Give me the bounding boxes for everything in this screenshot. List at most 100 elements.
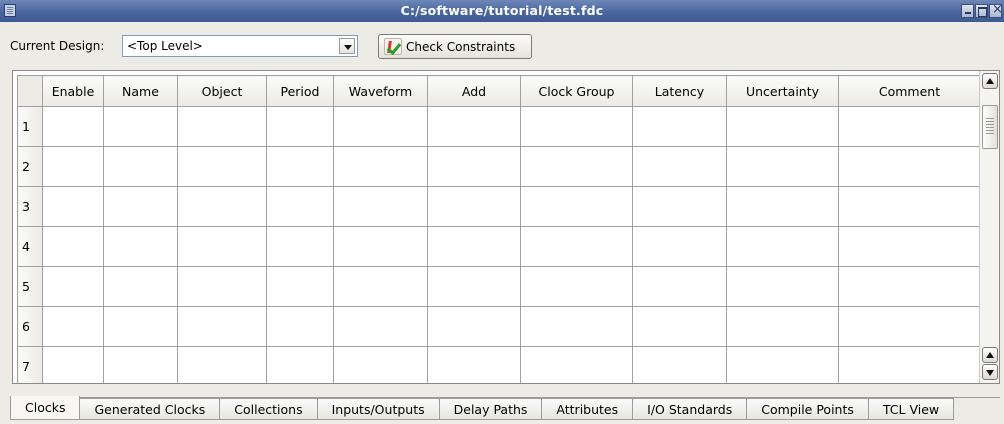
- table-cell[interactable]: [103, 346, 178, 383]
- table-cell[interactable]: [266, 226, 334, 267]
- table-cell[interactable]: [520, 186, 633, 227]
- table-cell[interactable]: [177, 106, 267, 147]
- table-cell[interactable]: [103, 186, 178, 227]
- table-cell[interactable]: [520, 346, 633, 383]
- table-cell[interactable]: [266, 186, 334, 227]
- table-cell[interactable]: [838, 306, 981, 347]
- table-cell[interactable]: [266, 106, 334, 147]
- table-cell[interactable]: [838, 346, 981, 383]
- tab-clocks[interactable]: Clocks: [10, 396, 81, 420]
- column-header-enable[interactable]: Enable: [42, 75, 104, 107]
- table-cell[interactable]: [103, 146, 178, 187]
- row-header[interactable]: 1: [17, 106, 43, 147]
- vertical-scrollbar[interactable]: [979, 71, 999, 383]
- row-header[interactable]: 6: [17, 306, 43, 347]
- table-cell[interactable]: [42, 226, 104, 267]
- maximize-icon[interactable]: [975, 4, 988, 18]
- tab-collections[interactable]: Collections: [220, 398, 318, 420]
- table-cell[interactable]: [838, 146, 981, 187]
- column-header-latency[interactable]: Latency: [632, 75, 727, 107]
- table-cell[interactable]: [333, 226, 428, 267]
- table-cell[interactable]: [520, 266, 633, 307]
- column-header-add[interactable]: Add: [427, 75, 521, 107]
- table-row[interactable]: 4: [17, 226, 981, 267]
- tab-attributes[interactable]: Attributes: [542, 398, 634, 420]
- column-header-clock-group[interactable]: Clock Group: [520, 75, 633, 107]
- close-icon[interactable]: [989, 2, 1003, 18]
- scroll-up-icon[interactable]: [982, 347, 998, 363]
- table-cell[interactable]: [177, 266, 267, 307]
- tab-i-o-standards[interactable]: I/O Standards: [633, 398, 748, 420]
- column-header-comment[interactable]: Comment: [838, 75, 981, 107]
- column-header-waveform[interactable]: Waveform: [333, 75, 428, 107]
- table-row[interactable]: 2: [17, 146, 981, 187]
- table-cell[interactable]: [632, 106, 727, 147]
- table-row[interactable]: 1: [17, 106, 981, 147]
- table-cell[interactable]: [726, 186, 839, 227]
- scroll-down-icon[interactable]: [982, 364, 998, 380]
- table-cell[interactable]: [266, 346, 334, 383]
- table-cell[interactable]: [520, 306, 633, 347]
- table-cell[interactable]: [333, 306, 428, 347]
- table-cell[interactable]: [632, 306, 727, 347]
- table-cell[interactable]: [103, 226, 178, 267]
- tab-compile-points[interactable]: Compile Points: [747, 398, 869, 420]
- table-cell[interactable]: [838, 106, 981, 147]
- table-cell[interactable]: [632, 346, 727, 383]
- table-cell[interactable]: [838, 266, 981, 307]
- table-cell[interactable]: [427, 306, 521, 347]
- table-cell[interactable]: [103, 266, 178, 307]
- table-cell[interactable]: [103, 106, 178, 147]
- table-cell[interactable]: [838, 186, 981, 227]
- tab-inputs-outputs[interactable]: Inputs/Outputs: [317, 398, 440, 420]
- scroll-up-icon[interactable]: [982, 73, 998, 89]
- row-header[interactable]: 5: [17, 266, 43, 307]
- table-cell[interactable]: [520, 146, 633, 187]
- minimize-icon[interactable]: [961, 4, 974, 18]
- row-header[interactable]: 3: [17, 186, 43, 227]
- table-cell[interactable]: [333, 266, 428, 307]
- table-cell[interactable]: [266, 266, 334, 307]
- table-cell[interactable]: [726, 306, 839, 347]
- table-cell[interactable]: [632, 146, 727, 187]
- table-cell[interactable]: [726, 226, 839, 267]
- table-cell[interactable]: [333, 186, 428, 227]
- table-cell[interactable]: [266, 306, 334, 347]
- table-row[interactable]: 6: [17, 306, 981, 347]
- row-header[interactable]: 7: [17, 346, 43, 383]
- table-cell[interactable]: [632, 226, 727, 267]
- table-cell[interactable]: [520, 226, 633, 267]
- table-cell[interactable]: [726, 106, 839, 147]
- table-cell[interactable]: [726, 266, 839, 307]
- table-cell[interactable]: [42, 186, 104, 227]
- row-header[interactable]: 4: [17, 226, 43, 267]
- table-cell[interactable]: [427, 186, 521, 227]
- table-cell[interactable]: [632, 186, 727, 227]
- current-design-select[interactable]: <Top Level>: [122, 35, 358, 57]
- table-cell[interactable]: [333, 346, 428, 383]
- tab-tcl-view[interactable]: TCL View: [868, 398, 955, 420]
- table-cell[interactable]: [177, 186, 267, 227]
- tab-delay-paths[interactable]: Delay Paths: [439, 398, 543, 420]
- table-cell[interactable]: [427, 266, 521, 307]
- table-cell[interactable]: [177, 146, 267, 187]
- tab-generated-clocks[interactable]: Generated Clocks: [80, 398, 221, 420]
- table-cell[interactable]: [427, 106, 521, 147]
- table-row[interactable]: 7: [17, 346, 981, 383]
- scrollbar-thumb[interactable]: [982, 105, 998, 149]
- table-cell[interactable]: [177, 346, 267, 383]
- table-cell[interactable]: [42, 306, 104, 347]
- chevron-down-icon[interactable]: [339, 38, 355, 54]
- table-cell[interactable]: [632, 266, 727, 307]
- column-header-object[interactable]: Object: [177, 75, 267, 107]
- table-cell[interactable]: [333, 106, 428, 147]
- table-cell[interactable]: [427, 226, 521, 267]
- table-cell[interactable]: [103, 306, 178, 347]
- table-cell[interactable]: [726, 146, 839, 187]
- corner-header[interactable]: [17, 75, 43, 107]
- table-row[interactable]: 5: [17, 266, 981, 307]
- table-cell[interactable]: [42, 106, 104, 147]
- table-cell[interactable]: [42, 346, 104, 383]
- row-header[interactable]: 2: [17, 146, 43, 187]
- table-cell[interactable]: [42, 266, 104, 307]
